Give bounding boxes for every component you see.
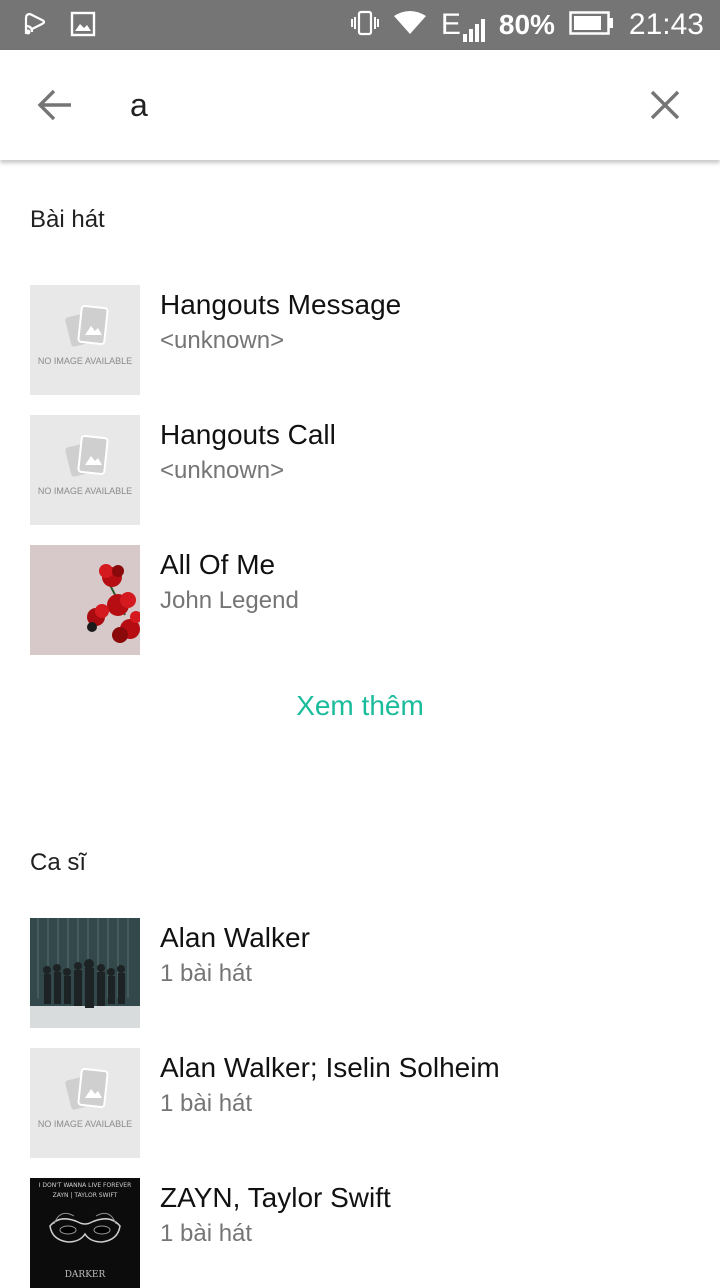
see-more-songs-link[interactable]: Xem thêm xyxy=(0,690,720,722)
song-artist: <unknown> xyxy=(160,457,285,484)
cover-text-top: I DON'T WANNA LIVE FOREVER xyxy=(38,1182,132,1189)
artist-name: Alan Walker xyxy=(160,922,310,953)
cover-text-artists: ZAYN | TAYLOR SWIFT xyxy=(52,1192,118,1199)
no-image-label: NO IMAGE AVAILABLE xyxy=(37,356,133,366)
artist-row-alan-walker[interactable]: Alan Walker 1 bài hát xyxy=(30,918,690,1028)
clock: 21:43 xyxy=(628,8,704,41)
battery-percent: 80% xyxy=(498,9,555,40)
album-art-red-flowers xyxy=(30,545,140,655)
artists-section-header: Ca sĩ xyxy=(30,849,87,876)
song-title: Hangouts Call xyxy=(160,419,336,450)
artist-song-count: 1 bài hát xyxy=(160,1220,253,1247)
song-row-hangouts-message[interactable]: NO IMAGE AVAILABLE Hangouts Message <unk… xyxy=(30,285,690,395)
artist-row-zayn-taylor-swift[interactable]: I DON'T WANNA LIVE FOREVER ZAYN | TAYLOR… xyxy=(30,1178,690,1288)
song-artist: John Legend xyxy=(160,587,299,614)
artist-row-alan-walker-iselin-solheim[interactable]: NO IMAGE AVAILABLE Alan Walker; Iselin S… xyxy=(30,1048,690,1158)
songs-section-header: Bài hát xyxy=(30,206,105,233)
album-art-mask: I DON'T WANNA LIVE FOREVER ZAYN | TAYLOR… xyxy=(30,1178,140,1288)
battery-icon xyxy=(569,10,615,40)
song-artist: <unknown> xyxy=(160,327,285,354)
network-type-label: E xyxy=(440,8,461,41)
song-title: All Of Me xyxy=(160,549,276,580)
artist-name: ZAYN, Taylor Swift xyxy=(160,1182,391,1213)
song-title: Hangouts Message xyxy=(160,289,402,320)
cast-icon xyxy=(22,10,48,42)
close-icon xyxy=(650,90,680,120)
no-image-label: NO IMAGE AVAILABLE xyxy=(37,486,133,496)
artist-song-count: 1 bài hát xyxy=(160,960,253,987)
artist-name: Alan Walker; Iselin Solheim xyxy=(160,1052,500,1083)
no-image-placeholder: NO IMAGE AVAILABLE xyxy=(30,285,140,395)
no-image-icon xyxy=(65,305,109,347)
no-image-placeholder: NO IMAGE AVAILABLE xyxy=(30,415,140,525)
no-image-placeholder: NO IMAGE AVAILABLE xyxy=(30,1048,140,1158)
search-input[interactable] xyxy=(130,80,610,130)
arrow-left-icon xyxy=(37,89,71,121)
search-bar xyxy=(0,50,720,160)
clear-search-button[interactable] xyxy=(640,80,690,130)
back-button[interactable] xyxy=(30,80,80,130)
no-image-icon xyxy=(65,1068,109,1110)
album-art-alan-walker xyxy=(30,918,140,1028)
song-row-hangouts-call[interactable]: NO IMAGE AVAILABLE Hangouts Call <unknow… xyxy=(30,415,690,525)
signal-icon: E xyxy=(441,8,485,42)
artist-song-count: 1 bài hát xyxy=(160,1090,253,1117)
song-row-all-of-me[interactable]: All Of Me John Legend xyxy=(30,545,690,655)
vibrate-icon xyxy=(350,10,379,40)
image-icon xyxy=(70,11,96,41)
status-bar: E 80% 21:43 xyxy=(0,0,720,50)
no-image-label: NO IMAGE AVAILABLE xyxy=(37,1119,133,1129)
cover-text-darker: DARKER xyxy=(64,1270,106,1280)
no-image-icon xyxy=(65,435,109,477)
wifi-icon xyxy=(393,10,427,40)
